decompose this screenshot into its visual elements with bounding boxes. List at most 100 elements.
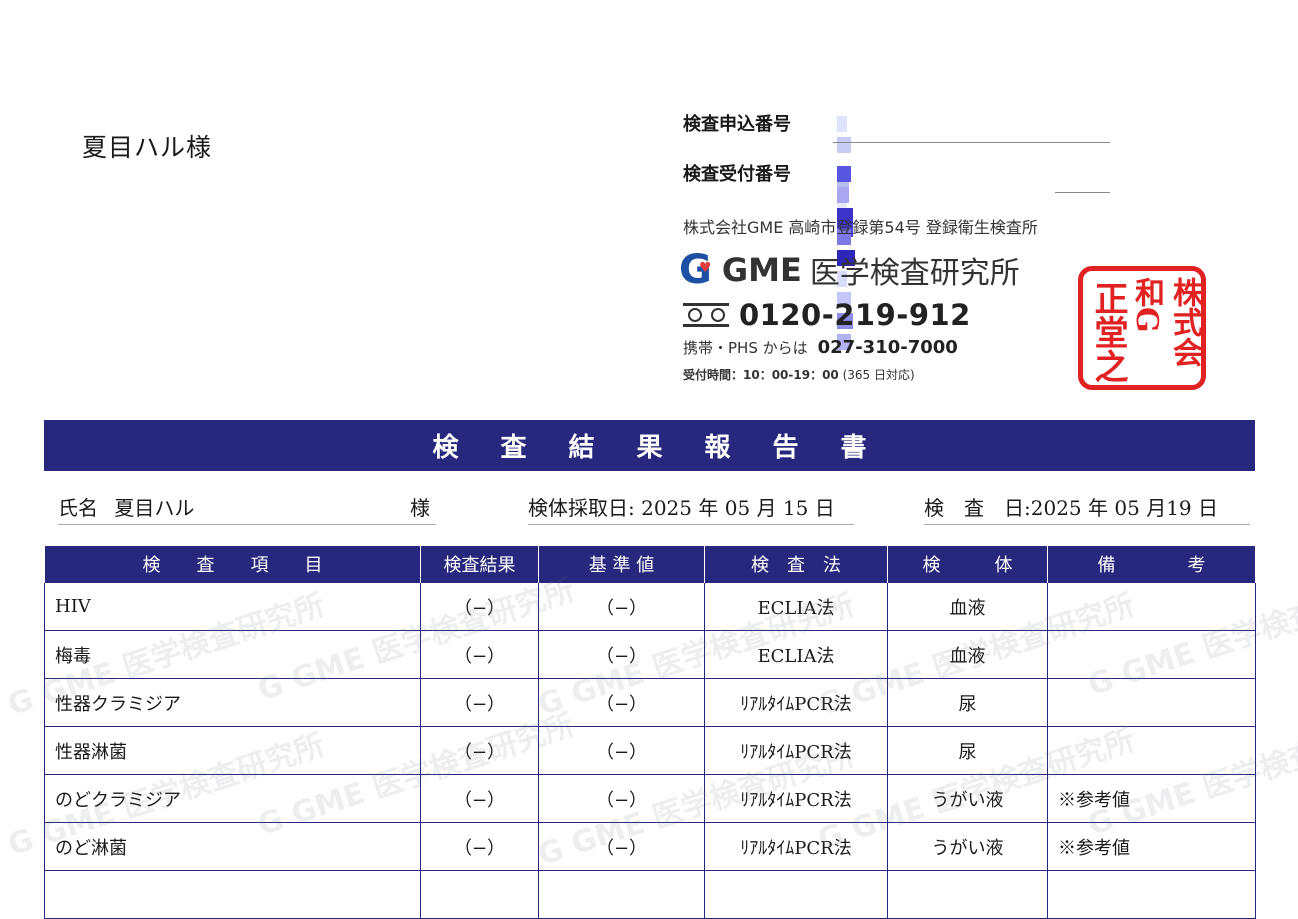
cell-reference: （−）: [538, 630, 705, 679]
gme-logo-icon: G ♥: [679, 247, 712, 293]
cell-result: [420, 870, 539, 919]
cell-note: [1047, 726, 1256, 775]
application-number-underline: [833, 142, 1110, 143]
test-date-label: 検 査 日:: [924, 496, 1031, 520]
freedial-icon: [683, 303, 729, 327]
mobile-label: 携帯・PHS からは: [683, 339, 808, 357]
collection-day-unit: 日: [814, 496, 835, 520]
heart-icon: ♥: [699, 260, 712, 276]
hours-row: 受付時間：10：00-19：00 (365 日対応): [683, 366, 915, 383]
header-method: 検 査 法: [704, 546, 888, 583]
freedial-row: 0120-219-912: [683, 298, 971, 332]
cell-item: のどクラミジア: [44, 774, 421, 823]
cell-specimen: うがい液: [887, 822, 1048, 871]
cell-method: ﾘｱﾙﾀｲﾑPCR法: [704, 822, 888, 871]
cell-item: 性器クラミジア: [44, 678, 421, 727]
cell-reference: （−）: [538, 822, 705, 871]
cell-note: ※参考値: [1047, 774, 1256, 823]
cell-note: ※参考値: [1047, 822, 1256, 871]
cell-item: [44, 870, 421, 919]
report-title-bar: 検査結果報告書: [44, 420, 1255, 471]
mobile-row: 携帯・PHS からは 027-310-7000: [683, 337, 958, 358]
table-row: 性器淋菌 （−） （−） ﾘｱﾙﾀｲﾑPCR法 尿: [44, 726, 1256, 775]
cell-reference: （−）: [538, 774, 705, 823]
brand-logo: G ♥ GME 医学検査研究所: [679, 248, 1020, 292]
table-row: 性器クラミジア （−） （−） ﾘｱﾙﾀｲﾑPCR法 尿: [44, 678, 1256, 727]
cell-item: 性器淋菌: [44, 726, 421, 775]
table-row: [44, 870, 1256, 919]
test-day: 19: [1166, 496, 1192, 520]
cell-specimen: うがい液: [887, 774, 1048, 823]
test-month-unit: 月: [1146, 496, 1167, 520]
cell-method: ECLIA法: [704, 630, 888, 679]
test-year: 2025: [1030, 496, 1082, 520]
header-reference: 基 準 値: [538, 546, 705, 583]
application-number-label: 検査申込番号: [683, 114, 791, 135]
company-seal-stamp: 正堂之 和G 株式会: [1078, 266, 1206, 390]
collection-year: 2025: [641, 496, 693, 520]
cell-item: HIV: [44, 582, 421, 631]
collection-day: 15: [782, 496, 809, 520]
cell-specimen: 血液: [887, 630, 1048, 679]
cell-method: ECLIA法: [704, 582, 888, 631]
cell-note: [1047, 630, 1256, 679]
table-row: 梅毒 （−） （−） ECLIA法 血液: [44, 630, 1256, 679]
collection-month-unit: 月: [756, 496, 777, 520]
cell-result: （−）: [420, 678, 539, 727]
hours-note: (365 日対応): [842, 368, 915, 382]
header-specimen: 検 体: [887, 546, 1048, 583]
collection-date-field: 検体採取日: 2025 年 05 月 15 日: [528, 492, 854, 525]
cell-method: [704, 870, 888, 919]
collection-year-unit: 年: [698, 496, 719, 520]
cell-result: （−）: [420, 726, 539, 775]
redacted-application-number: [837, 116, 857, 237]
cell-result: （−）: [420, 774, 539, 823]
cell-method: ﾘｱﾙﾀｲﾑPCR法: [704, 726, 888, 775]
test-month: 05: [1114, 496, 1140, 520]
table-row: HIV （−） （−） ECLIA法 血液: [44, 582, 1256, 631]
test-year-unit: 年: [1088, 496, 1109, 520]
cell-result: （−）: [420, 630, 539, 679]
cell-result: （−）: [420, 822, 539, 871]
header-result: 検査結果: [420, 546, 539, 583]
cell-specimen: [887, 870, 1048, 919]
brand-gme-text: GME: [721, 251, 802, 289]
redacted-reception-number: [837, 166, 859, 350]
collection-date-label: 検体採取日:: [528, 496, 635, 520]
report-title: 検査結果報告書: [432, 433, 909, 463]
cell-reference: （−）: [538, 726, 705, 775]
hours-label: 受付時間：10：00-19：00: [683, 368, 839, 382]
name-value: 夏目ハル: [114, 496, 195, 520]
table-header-row: 検 査 項 目 検査結果 基 準 値 検 査 法 検 体 備 考: [44, 546, 1256, 583]
recipient-name: 夏目ハル様: [82, 133, 213, 162]
header-item: 検 査 項 目: [44, 546, 421, 583]
test-day-unit: 日: [1198, 496, 1218, 520]
cell-reference: （−）: [538, 582, 705, 631]
cell-result: （−）: [420, 582, 539, 631]
cell-specimen: 血液: [887, 582, 1048, 631]
header-note: 備 考: [1047, 546, 1256, 583]
test-date-field: 検 査 日:2025 年 05 月19 日: [924, 492, 1250, 525]
cell-reference: [538, 870, 705, 919]
brand-lab-name: 医学検査研究所: [809, 256, 1020, 291]
name-suffix: 様: [410, 496, 430, 520]
table-row: のど淋菌 （−） （−） ﾘｱﾙﾀｲﾑPCR法 うがい液 ※参考値: [44, 822, 1256, 871]
cell-specimen: 尿: [887, 678, 1048, 727]
patient-name-field: 氏名 夏目ハル 様: [58, 492, 436, 525]
cell-specimen: 尿: [887, 726, 1048, 775]
cell-method: ﾘｱﾙﾀｲﾑPCR法: [704, 774, 888, 823]
mobile-number: 027-310-7000: [817, 337, 958, 358]
collection-month: 05: [724, 496, 751, 520]
cell-note: [1047, 870, 1256, 919]
cell-note: [1047, 582, 1256, 631]
company-registration: 株式会社GME 高崎市登録第54号 登録衛生検査所: [683, 218, 1038, 237]
table-row: のどクラミジア （−） （−） ﾘｱﾙﾀｲﾑPCR法 うがい液 ※参考値: [44, 774, 1256, 823]
reception-number-label: 検査受付番号: [683, 164, 791, 185]
results-table: 検 査 項 目 検査結果 基 準 値 検 査 法 検 体 備 考 HIV （−）…: [44, 546, 1256, 919]
name-label: 氏名: [58, 496, 98, 520]
cell-item: のど淋菌: [44, 822, 421, 871]
cell-note: [1047, 678, 1256, 727]
cell-reference: （−）: [538, 678, 705, 727]
cell-method: ﾘｱﾙﾀｲﾑPCR法: [704, 678, 888, 727]
cell-item: 梅毒: [44, 630, 421, 679]
